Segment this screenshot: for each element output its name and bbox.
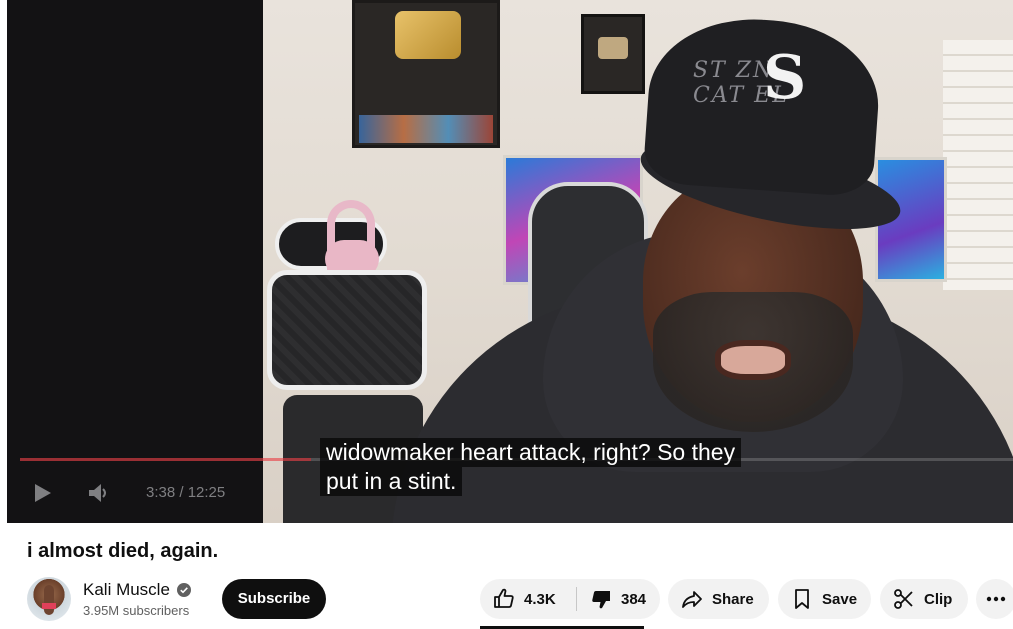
like-button[interactable]: 4.3K bbox=[480, 587, 570, 611]
save-button[interactable]: Save bbox=[778, 579, 871, 619]
caption-line-1: widowmaker heart attack, right? So they bbox=[320, 438, 742, 467]
save-label: Save bbox=[822, 590, 858, 608]
volume-icon[interactable] bbox=[85, 480, 111, 506]
time-display: 3:38 / 12:25 bbox=[146, 484, 226, 501]
cap-logo: S bbox=[763, 43, 807, 113]
player-pillarbox bbox=[7, 0, 263, 523]
like-count: 4.3K bbox=[524, 590, 556, 608]
avatar[interactable] bbox=[27, 577, 71, 621]
captions: widowmaker heart attack, right? So they … bbox=[320, 438, 742, 496]
like-dislike-group: 4.3K 384 bbox=[480, 579, 660, 619]
scissors-icon bbox=[892, 587, 916, 611]
chair-backrest bbox=[267, 270, 427, 390]
clip-label: Clip bbox=[924, 590, 953, 608]
video-title: i almost died, again. bbox=[27, 540, 219, 562]
more-actions-button[interactable] bbox=[976, 579, 1013, 619]
thumbs-down-icon bbox=[589, 587, 613, 611]
dislike-count: 384 bbox=[621, 590, 647, 608]
subscribe-button[interactable]: Subscribe bbox=[222, 579, 326, 619]
dislike-button[interactable]: 384 bbox=[577, 587, 646, 611]
bookmark-icon bbox=[790, 587, 814, 611]
play-icon[interactable] bbox=[32, 480, 54, 506]
award-plaque-silver bbox=[581, 14, 645, 94]
window-blinds bbox=[943, 40, 1013, 290]
share-label: Share bbox=[712, 590, 754, 608]
subscriber-count: 3.95M subscribers bbox=[83, 603, 190, 618]
share-button[interactable]: Share bbox=[668, 579, 769, 619]
page-gutter bbox=[0, 0, 7, 629]
caption-line-2: put in a stint. bbox=[320, 467, 463, 496]
clip-button[interactable]: Clip bbox=[880, 579, 968, 619]
progress-played bbox=[20, 458, 311, 461]
thumbs-up-icon bbox=[492, 587, 516, 611]
person-mouth bbox=[715, 340, 791, 380]
share-arrow-icon bbox=[680, 587, 704, 611]
video-player[interactable]: ST ZN CAT EL S 3:38 / 12:25 widowmaker he… bbox=[7, 0, 1013, 523]
more-horizontal-icon bbox=[986, 596, 1006, 602]
award-plaque-gold bbox=[352, 0, 500, 148]
verified-check-icon bbox=[177, 583, 191, 597]
channel-name[interactable]: Kali Muscle bbox=[83, 580, 170, 600]
